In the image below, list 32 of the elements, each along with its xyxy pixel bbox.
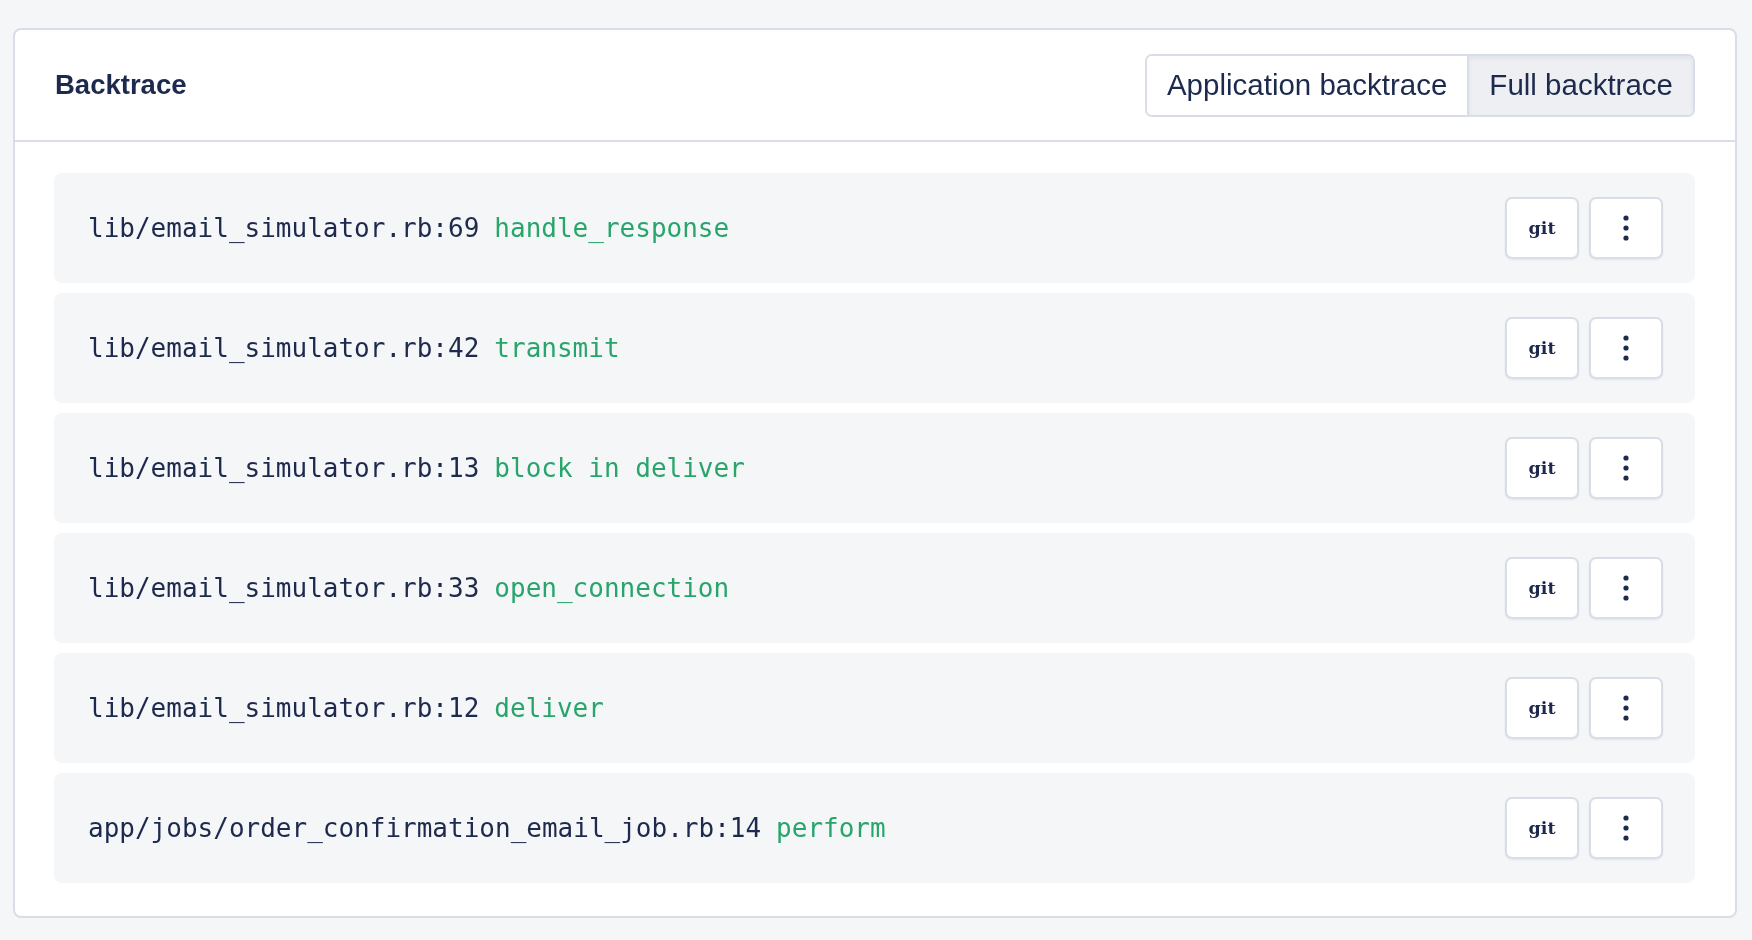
- git-button[interactable]: git: [1505, 197, 1579, 259]
- view-toggle-button[interactable]: Full backtrace: [1467, 55, 1693, 115]
- method-name: perform: [776, 813, 886, 843]
- file-location: lib/email_simulator.rb:33: [88, 573, 480, 603]
- more-vertical-icon: [1623, 575, 1629, 601]
- more-options-button[interactable]: [1589, 197, 1663, 259]
- git-button[interactable]: git: [1505, 317, 1579, 379]
- panel-title: Backtrace: [55, 69, 187, 101]
- method-name: deliver: [494, 693, 604, 723]
- file-location: lib/email_simulator.rb:42: [88, 333, 480, 363]
- method-name: handle_response: [494, 213, 730, 243]
- file-location: lib/email_simulator.rb:12: [88, 693, 480, 723]
- method-name: open_connection: [494, 573, 730, 603]
- more-options-button[interactable]: [1589, 797, 1663, 859]
- more-options-button[interactable]: [1589, 677, 1663, 739]
- more-options-button[interactable]: [1589, 437, 1663, 499]
- git-button[interactable]: git: [1505, 437, 1579, 499]
- git-button[interactable]: git: [1505, 797, 1579, 859]
- more-vertical-icon: [1623, 815, 1629, 841]
- git-button[interactable]: git: [1505, 677, 1579, 739]
- method-name: transmit: [494, 333, 620, 363]
- method-name: block in deliver: [494, 453, 745, 483]
- more-options-button[interactable]: [1589, 317, 1663, 379]
- more-vertical-icon: [1623, 335, 1629, 361]
- more-vertical-icon: [1623, 455, 1629, 481]
- more-vertical-icon: [1623, 215, 1629, 241]
- file-location: lib/email_simulator.rb:69: [88, 213, 480, 243]
- file-location: lib/email_simulator.rb:13: [88, 453, 480, 483]
- file-location: app/jobs/order_confirmation_email_job.rb:14: [88, 813, 762, 843]
- more-vertical-icon: [1623, 695, 1629, 721]
- git-button[interactable]: git: [1505, 557, 1579, 619]
- more-options-button[interactable]: [1589, 557, 1663, 619]
